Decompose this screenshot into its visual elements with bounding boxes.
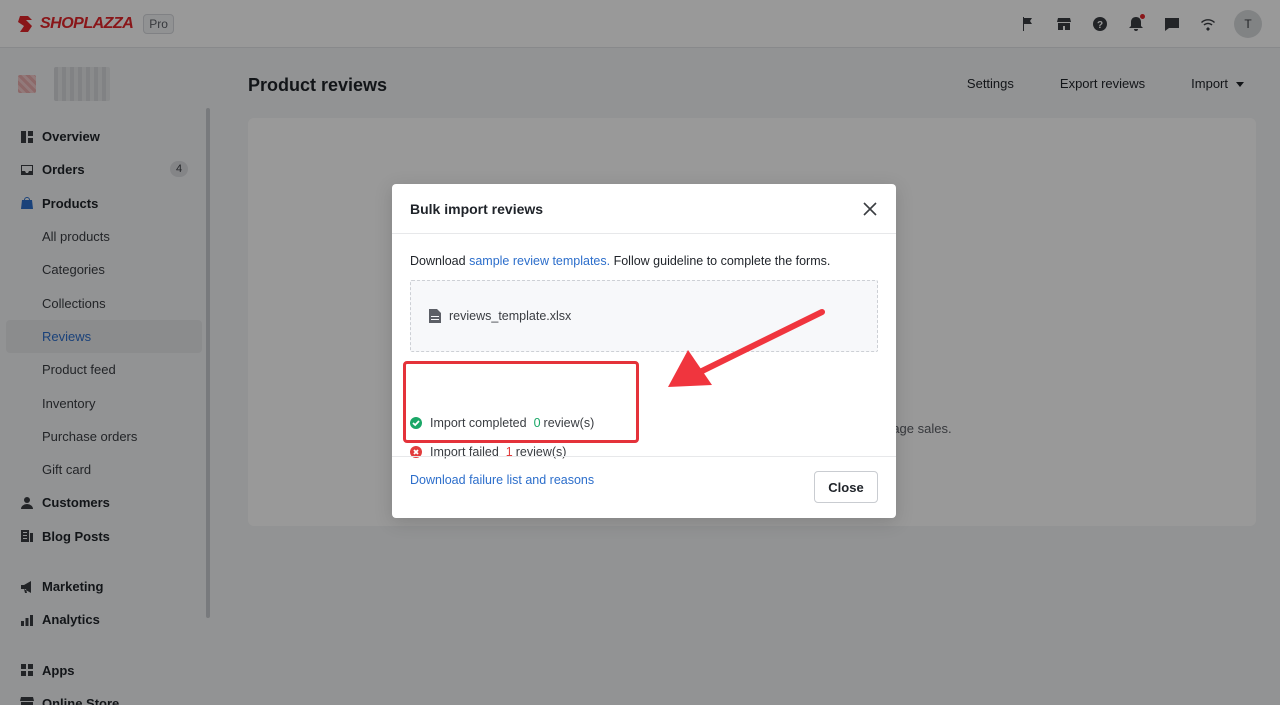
file-icon (429, 309, 441, 323)
uploaded-file[interactable]: reviews_template.xlsx (410, 280, 878, 352)
modal-header: Bulk import reviews (392, 184, 896, 234)
guideline-suffix: Follow guideline to complete the forms. (610, 254, 831, 268)
close-button[interactable]: Close (814, 471, 878, 503)
file-name: reviews_template.xlsx (449, 309, 572, 323)
annotation-highlight-box (403, 361, 639, 443)
modal-footer: Close (392, 456, 896, 518)
guideline-prefix: Download (410, 254, 470, 268)
sample-templates-link[interactable]: sample review templates. (469, 254, 610, 268)
close-icon[interactable] (860, 199, 880, 219)
bulk-import-modal: Bulk import reviews Download sample revi… (392, 184, 896, 518)
guideline-text: Download sample review templates. Follow… (410, 254, 830, 268)
modal-title: Bulk import reviews (410, 200, 544, 217)
